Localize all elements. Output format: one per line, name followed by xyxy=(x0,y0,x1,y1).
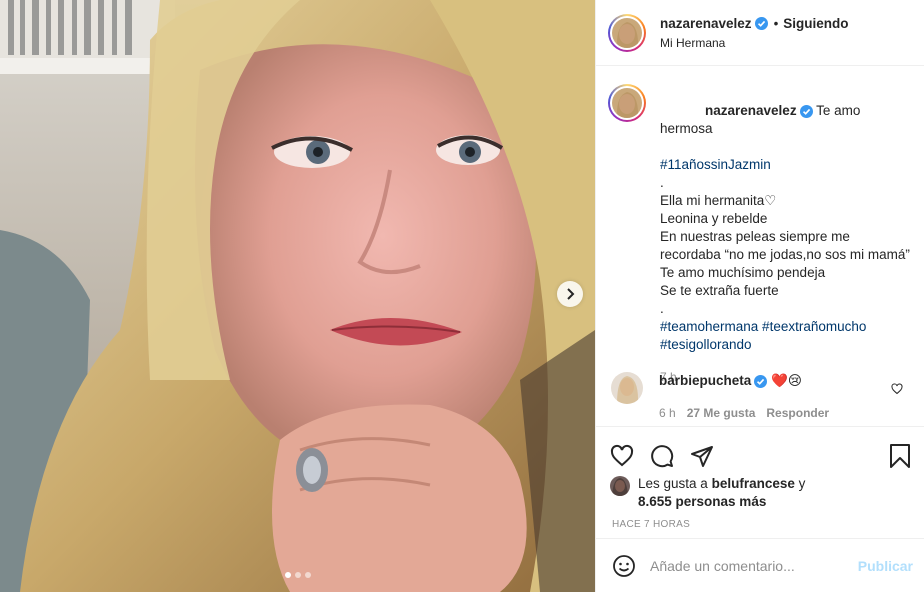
bookmark-icon xyxy=(890,444,910,468)
reply-button[interactable]: Responder xyxy=(766,404,829,422)
share-icon xyxy=(691,446,713,467)
like-button[interactable] xyxy=(610,444,634,468)
author-avatar[interactable] xyxy=(608,13,646,52)
comment-icon xyxy=(651,445,674,468)
hashtag-links[interactable]: #teamohermana #teextrañomucho #tesigollo… xyxy=(660,318,910,354)
heart-outline-icon xyxy=(891,383,903,395)
author-username[interactable]: nazarenavelez xyxy=(660,16,752,31)
caption-username[interactable]: nazarenavelez xyxy=(705,103,797,118)
caption-line: . xyxy=(660,175,664,190)
publish-button[interactable]: Publicar xyxy=(858,558,913,574)
caption-line: Ella mi hermanita♡ xyxy=(660,193,777,208)
carousel-dot-3 xyxy=(304,572,311,578)
post-actions: Les gusta a belufrancese y 8.655 persona… xyxy=(596,426,924,538)
post-location[interactable]: Mi Hermana xyxy=(660,36,849,50)
comment-time[interactable]: 6 h xyxy=(659,404,676,422)
caption-avatar[interactable] xyxy=(608,84,646,122)
chevron-right-icon xyxy=(567,288,575,300)
carousel-indicator xyxy=(0,572,595,578)
emoji-button[interactable] xyxy=(612,554,636,578)
comments-section: nazarenavelez Te amo hermosa #11añossinJ… xyxy=(596,66,924,426)
liker-username[interactable]: belufrancese xyxy=(712,476,795,491)
photo-image xyxy=(0,0,595,592)
commenter-username[interactable]: barbiepucheta xyxy=(659,373,751,388)
caption-line: Te amo muchísimo pendeja xyxy=(660,265,826,280)
comment-input[interactable] xyxy=(650,557,858,574)
heart-outline-icon xyxy=(610,444,634,467)
likes-prefix: Les gusta a xyxy=(638,476,708,491)
save-button[interactable] xyxy=(889,444,911,468)
caption-line: En nuestras peleas siempre me recordaba … xyxy=(660,229,910,262)
comment-like-button[interactable] xyxy=(891,382,903,398)
carousel-dot-1 xyxy=(284,572,291,578)
avatar-image xyxy=(612,17,642,48)
comment: barbiepucheta ❤️😢 6 h 27 Me gusta Respon… xyxy=(596,372,924,422)
verified-badge-icon xyxy=(754,374,768,388)
avatar-image xyxy=(612,88,642,118)
liker-avatar[interactable] xyxy=(610,476,630,496)
comment-text: ❤️😢 xyxy=(771,373,802,388)
share-button[interactable] xyxy=(690,444,714,468)
header-separator: • xyxy=(773,15,779,31)
comment-button[interactable] xyxy=(650,444,674,468)
instagram-post: nazarenavelez • Siguiendo Mi Hermana naz… xyxy=(0,0,924,592)
likes-count[interactable]: 8.655 personas más xyxy=(638,494,766,509)
verified-badge-icon xyxy=(754,16,768,30)
commenter-avatar[interactable] xyxy=(611,372,643,404)
add-comment-bar: Publicar xyxy=(596,538,924,592)
smiley-icon xyxy=(613,554,635,577)
likes-connector: y xyxy=(798,476,806,491)
likes-summary: Les gusta a belufrancese y 8.655 persona… xyxy=(596,475,924,511)
post-photo[interactable] xyxy=(0,0,595,592)
next-slide-button[interactable] xyxy=(557,281,583,307)
caption-line: . xyxy=(660,301,664,316)
caption-text: nazarenavelez Te amo hermosa #11añossinJ… xyxy=(660,84,910,386)
following-button[interactable]: Siguiendo xyxy=(783,16,848,31)
comment-likes[interactable]: 27 Me gusta xyxy=(687,404,756,422)
post-sidebar: nazarenavelez • Siguiendo Mi Hermana naz… xyxy=(595,0,924,592)
hashtag-link[interactable]: #11añossinJazmin xyxy=(660,156,910,174)
caption-line: Leonina y rebelde xyxy=(660,211,768,226)
caption: nazarenavelez Te amo hermosa #11añossinJ… xyxy=(596,66,924,386)
verified-badge-icon xyxy=(799,104,813,118)
post-timestamp[interactable]: HACE 7 HORAS xyxy=(596,511,924,530)
carousel-dot-2 xyxy=(294,572,301,578)
post-header: nazarenavelez • Siguiendo Mi Hermana xyxy=(596,0,924,66)
caption-line: Se te extraña fuerte xyxy=(660,283,779,298)
